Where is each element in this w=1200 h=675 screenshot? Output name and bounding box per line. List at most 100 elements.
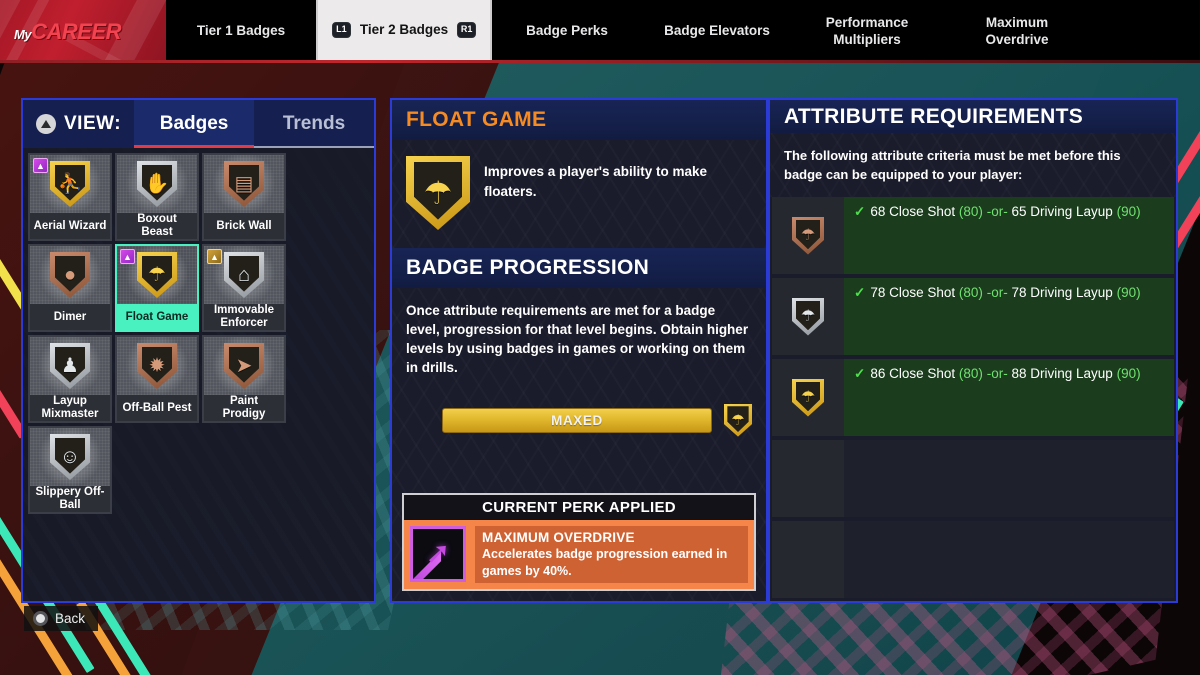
badge-level-icon: ☂ [724, 403, 752, 437]
view-label: VIEW: [64, 113, 122, 134]
tab-badges-label: Badges [159, 113, 229, 134]
badge-tile[interactable]: ♟ Layup Mixmaster [28, 335, 112, 423]
badge-shield-icon: ⛹ [50, 161, 90, 207]
tab-maximum-overdrive[interactable]: Maximum Overdrive [942, 0, 1092, 63]
badge-tile-label: Brick Wall [204, 213, 284, 239]
requirement-shield-icon: ☂ [792, 378, 824, 417]
requirement-row: ☂ ✓ 78 Close Shot (80) -or- 78 Driving Lay… [772, 278, 1174, 355]
tab-tier-2-badges[interactable]: L1 Tier 2 Badges R1 [316, 0, 492, 63]
badge-tile-label: Boxout Beast [117, 213, 197, 239]
nav-items: Tier 1 Badges L1 Tier 2 Badges R1 Badge … [166, 0, 1200, 63]
tab-tier-1-badges[interactable]: Tier 1 Badges [166, 0, 316, 63]
requirement-value-a: 86 [870, 366, 886, 381]
badge-shield-icon: ➤ [224, 343, 264, 389]
badge-tile-label: Off-Ball Pest [117, 395, 197, 421]
badge-tile[interactable]: ▤ Brick Wall [202, 153, 286, 241]
requirement-icon-cell [772, 521, 844, 598]
tab-performance-multipliers[interactable]: Performance Multipliers [792, 0, 942, 63]
current-perk-text: MAXIMUM OVERDRIVE Accelerates badge prog… [475, 526, 748, 583]
badge-tile[interactable]: ▲ ⛹ Aerial Wizard [28, 153, 112, 241]
requirement-row-empty [772, 521, 1174, 598]
top-navigation-bar: MyCAREER Tier 1 Badges L1 Tier 2 Badges … [0, 0, 1200, 63]
back-button[interactable]: Back [24, 606, 99, 631]
requirement-attr-b: Driving Layup [1030, 285, 1113, 300]
requirement-icon-cell: ☂ [772, 197, 844, 274]
requirement-row: ☂ ✓ 86 Close Shot (80) -or- 88 Driving Lay… [772, 359, 1174, 436]
requirement-check-icon: ✓ [854, 366, 866, 381]
badge-tile[interactable]: ▲ ☂ Float Game [115, 244, 199, 332]
tab-badges[interactable]: Badges [134, 100, 255, 148]
badge-tile-label: Aerial Wizard [30, 213, 110, 239]
requirement-row-empty [772, 440, 1174, 517]
badge-tile-label: Layup Mixmaster [30, 395, 110, 421]
badge-tile[interactable]: ☺ Slippery Off-Ball [28, 426, 112, 514]
requirement-text-cell: ✓ 68 Close Shot (80) -or- 65 Driving Layu… [844, 197, 1174, 274]
badge-progression-title: BADGE PROGRESSION [406, 256, 650, 279]
badge-grid: ▲ ⛹ Aerial Wizard ✋ Boxout Beast ▤ Brick Wall ●… [23, 148, 374, 601]
badge-tile[interactable]: ✋ Boxout Beast [115, 153, 199, 241]
requirement-cap-a: (80) [958, 366, 983, 381]
badge-large-icon: ☂ [406, 156, 470, 230]
requirement-icon-cell: ☂ [772, 359, 844, 436]
badge-tile[interactable]: ➤ Paint Prodigy [202, 335, 286, 423]
view-label-group: VIEW: [23, 100, 134, 148]
badge-progression-text: Once attribute requirements are met for … [406, 303, 749, 376]
badge-progress-row: MAXED ☂ [406, 403, 752, 437]
badge-tile-label: Slippery Off-Ball [30, 486, 110, 512]
requirement-cap-a: (80) [958, 204, 983, 219]
badge-description: Improves a player's ability to make floa… [484, 164, 708, 199]
attribute-requirements-intro: The following attribute criteria must be… [770, 133, 1176, 197]
badge-tile-label: Dimer [30, 304, 110, 330]
badge-shield-icon: ☂ [137, 252, 177, 298]
triangle-button-icon [36, 114, 56, 134]
current-perk-box: CURRENT PERK APPLIED ➚ MAXIMUM OVERDRIVE… [402, 493, 756, 591]
requirement-text: ✓ 78 Close Shot (80) -or- 78 Driving Layu… [854, 285, 1174, 301]
current-perk-body[interactable]: ➚ MAXIMUM OVERDRIVE Accelerates badge pr… [404, 520, 754, 589]
requirement-cap-b: (90) [1116, 366, 1141, 381]
requirement-cap-b: (90) [1116, 204, 1141, 219]
badge-progress-label: MAXED [551, 412, 603, 428]
logo-main: CAREER [31, 19, 121, 44]
attribute-requirements-header: ATTRIBUTE REQUIREMENTS [770, 100, 1176, 134]
requirement-shield-icon: ☂ [792, 216, 824, 255]
badge-tile-art: ▤ [204, 155, 284, 213]
tab-performance-multipliers-label: Performance Multipliers [825, 14, 909, 47]
logo-prefix: My [14, 27, 32, 42]
tab-trends[interactable]: Trends [254, 100, 374, 148]
badge-shield-icon: ✹ [137, 343, 177, 389]
requirement-value-a: 78 [870, 285, 886, 300]
requirement-text-cell: ✓ 86 Close Shot (80) -or- 88 Driving Layu… [844, 359, 1174, 436]
badge-tile-art: ✹ [117, 337, 197, 395]
requirement-row: ☂ ✓ 68 Close Shot (80) -or- 65 Driving Lay… [772, 197, 1174, 274]
badge-tile-art: ☺ [30, 428, 110, 486]
requirement-icon-cell: ☂ [772, 278, 844, 355]
tab-badge-elevators[interactable]: Badge Elevators [642, 0, 792, 63]
requirement-text-cell [844, 440, 1174, 517]
badge-title-header: FLOAT GAME [392, 100, 766, 140]
badge-tile[interactable]: ✹ Off-Ball Pest [115, 335, 199, 423]
tab-badge-perks-label: Badge Perks [526, 23, 608, 39]
tab-badge-perks[interactable]: Badge Perks [492, 0, 642, 63]
badge-tile-art: ✋ [117, 155, 197, 213]
requirement-attr-b: Driving Layup [1030, 366, 1113, 381]
requirement-cap-b: (90) [1116, 285, 1141, 300]
requirement-separator: -or- [986, 366, 1008, 381]
logo-text: MyCAREER [14, 19, 121, 45]
current-perk-header: CURRENT PERK APPLIED [404, 495, 754, 520]
requirement-text: ✓ 86 Close Shot (80) -or- 88 Driving Layu… [854, 366, 1174, 382]
tab-tier-1-badges-label: Tier 1 Badges [196, 23, 286, 39]
perk-indicator-icon: ▲ [120, 249, 135, 264]
requirement-separator: -or- [986, 285, 1008, 300]
badge-tile[interactable]: ▲ ⌂ Immovable Enforcer [202, 244, 286, 332]
requirement-check-icon: ✓ [854, 285, 866, 300]
requirement-attr-a: Close Shot [889, 285, 956, 300]
badge-level-glyph: ☂ [731, 411, 745, 429]
requirement-text-cell [844, 521, 1174, 598]
back-button-label: Back [55, 611, 86, 626]
badge-tile-art: ➤ [204, 337, 284, 395]
badge-tile[interactable]: ● Dimer [28, 244, 112, 332]
badge-progress-bar: MAXED [442, 407, 712, 433]
badge-summary: ☂ Improves a player's ability to make fl… [392, 140, 766, 248]
tab-badge-elevators-label: Badge Elevators [664, 23, 770, 39]
badge-list-panel: VIEW: Badges Trends ▲ ⛹ Aerial Wizard ✋ Boxo… [21, 98, 376, 603]
